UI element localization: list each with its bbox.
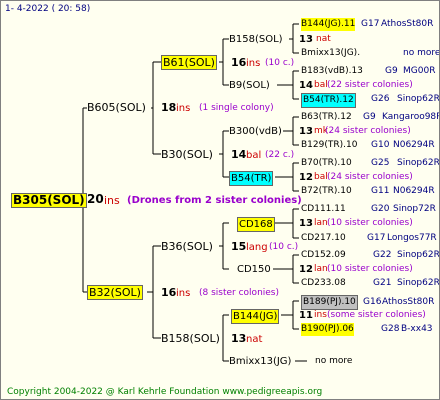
l2-note: (10 c.) — [269, 242, 299, 252]
l3-queen[interactable]: CD150 — [237, 263, 271, 276]
l4-generation: G9 — [363, 112, 376, 122]
l3-number: 13 — [299, 126, 313, 137]
l3-ins: bal — [314, 172, 328, 182]
l4-queen[interactable]: CD152.09 — [301, 249, 346, 262]
l3-number: 12 — [299, 264, 313, 275]
l4-source: Longos77R — [387, 233, 437, 243]
l2-queen[interactable]: B158(SOL) — [161, 332, 220, 345]
l4-source: N06294R — [393, 186, 435, 196]
l1-number: 16 — [161, 286, 177, 299]
l3-queen[interactable]: B158(SOL) — [229, 33, 283, 46]
l4-generation: G26 — [371, 94, 390, 104]
l2-ins: ins — [246, 58, 261, 69]
l4-queen[interactable]: CD111.11 — [301, 203, 346, 216]
l1-note: (8 sister colonies) — [199, 288, 280, 298]
l3-number: 13 — [299, 34, 313, 45]
l3-ins: ins — [314, 310, 327, 320]
l1-note: (1 single colony) — [199, 103, 274, 113]
l4-source: MG00R — [403, 66, 436, 76]
l1-queen[interactable]: B605(SOL) — [87, 101, 146, 114]
l3-queen[interactable]: B300(vdB) — [229, 125, 282, 138]
l3-queen[interactable]: B54(TR) — [229, 171, 274, 186]
l4-queen[interactable]: B183(vdB).13 — [301, 65, 363, 78]
l4-source: Sinop62R — [397, 94, 440, 104]
l1-ins: ins — [176, 103, 191, 114]
l2-queen[interactable]: B36(SOL) — [161, 240, 213, 253]
l2-queen[interactable]: B30(SOL) — [161, 148, 213, 161]
l3-note: (10 sister colonies) — [327, 218, 413, 228]
l4-generation: G25 — [371, 158, 390, 168]
l4-source: Sinop62R — [397, 158, 440, 168]
l4-queen[interactable]: Bmixx13(JG). — [301, 47, 360, 60]
l3-queen[interactable]: Bmixx13(JG) — [229, 355, 291, 368]
l4-source: AthosSt80R — [381, 19, 434, 29]
l1-number: 18 — [161, 101, 177, 114]
l3-ins: nat — [316, 34, 331, 44]
root-ins: ins — [104, 194, 120, 207]
l4-source: Kangaroo98R — [382, 112, 440, 122]
l3-number: 14 — [299, 80, 313, 91]
l4-queen[interactable]: B63(TR).12 — [301, 111, 352, 124]
l4-generation: G9 — [385, 66, 398, 76]
l4-queen[interactable]: B54(TR).12 — [301, 93, 356, 108]
l2-note: (22 c.) — [265, 150, 295, 160]
l3-ins: lan — [314, 264, 328, 274]
l4-queen[interactable]: CD233.08 — [301, 277, 346, 290]
l4-generation: G17 — [367, 233, 386, 243]
l4-source: Sinop72R — [393, 204, 436, 214]
l4-generation: G21 — [373, 278, 392, 288]
l4-queen[interactable]: B144(JG).11 — [301, 18, 356, 31]
l4-queen[interactable]: B189(PJ).10 — [301, 295, 358, 310]
l2-ins: nat — [246, 334, 263, 345]
l4-source: AthosSt80R — [382, 297, 435, 307]
l4-generation: G22 — [373, 250, 392, 260]
l2-number: 15 — [231, 240, 247, 253]
l2-ins: bal — [246, 150, 262, 161]
l3-number: 12 — [299, 172, 313, 183]
l3-note: (10 sister colonies) — [327, 264, 413, 274]
l1-ins: ins — [176, 288, 191, 299]
l3-note: (24 sister colonies) — [327, 172, 413, 182]
l2-number: 16 — [231, 56, 247, 69]
l3-ins: bal — [314, 80, 328, 90]
l4-generation: G16 — [363, 297, 382, 307]
l4-queen[interactable]: B190(PJ).06 — [301, 323, 354, 336]
l2-number: 13 — [231, 332, 247, 345]
l4-generation: G28 — [381, 324, 400, 334]
l4-source: B-xx43 — [401, 324, 433, 334]
l2-queen[interactable]: B61(SOL) — [161, 55, 217, 70]
l3-number: 11 — [299, 310, 313, 321]
l3-note: (some sister colonies) — [327, 310, 426, 320]
l3-queen[interactable]: CD168 — [237, 217, 275, 232]
l3-ins: lan — [314, 218, 328, 228]
l4-generation: G20 — [371, 204, 390, 214]
l3-queen[interactable]: B144(JG) — [231, 309, 280, 324]
l2-ins: lang — [246, 242, 268, 253]
l4-source: Sinop62R — [397, 250, 440, 260]
l1-queen[interactable]: B32(SOL) — [87, 285, 143, 300]
l4-source: N06294R — [393, 140, 435, 150]
root-number: 20 — [87, 192, 104, 206]
l3-number: 13 — [299, 218, 313, 229]
l4-generation: G11 — [371, 186, 390, 196]
l4-queen[interactable]: B70(TR).10 — [301, 157, 352, 170]
l2-number: 14 — [231, 148, 247, 161]
l3-queen[interactable]: B9(SOL) — [229, 79, 270, 92]
l4-queen[interactable]: B129(TR).10 — [301, 139, 357, 152]
root-note: (Drones from 2 sister colonies) — [127, 195, 302, 206]
l4-generation: G17 — [361, 19, 380, 29]
root-queen[interactable]: B305(SOL) — [11, 193, 87, 208]
l4-queen[interactable]: CD217.10 — [301, 232, 346, 245]
l3-note: (22 sister colonies) — [327, 80, 413, 90]
l3-note: (24 sister colonies) — [325, 126, 411, 136]
l4-source: no more — [403, 48, 440, 58]
l4-generation: G10 — [371, 140, 390, 150]
l2-note: (10 c.) — [265, 58, 295, 68]
pedigree-frame: 1- 4-2022 ( 20: 58) B305(SOL) 20 ins (Dr… — [0, 0, 440, 400]
footer-copyright: Copyright 2004-2022 @ Karl Kehrle Founda… — [7, 387, 323, 397]
report-date: 1- 4-2022 ( 20: 58) — [5, 4, 91, 14]
l4-source: no more — [315, 356, 353, 366]
l4-queen[interactable]: B72(TR).10 — [301, 185, 352, 198]
l4-source: Sinop62R — [397, 278, 440, 288]
